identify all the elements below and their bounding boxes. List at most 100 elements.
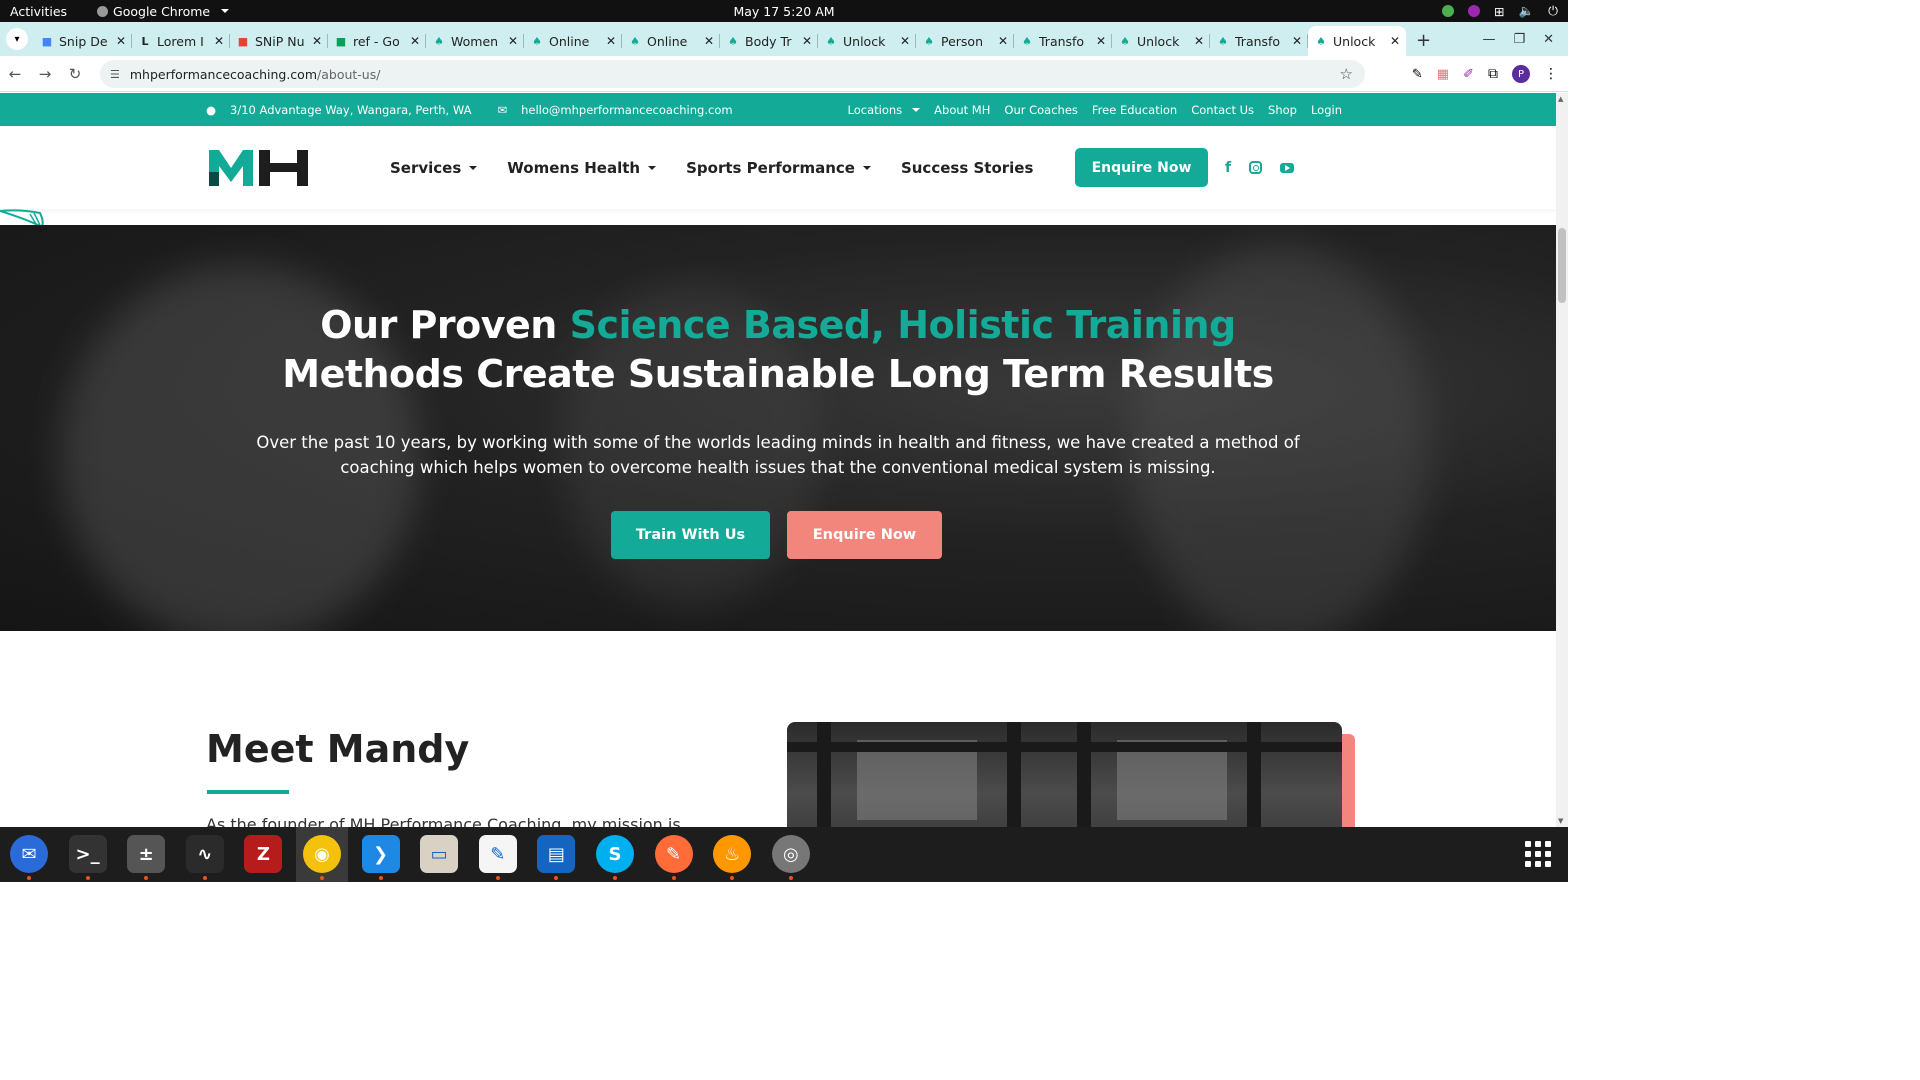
utility-link-our-coaches[interactable]: Our Coaches bbox=[1004, 103, 1078, 117]
tab-close-icon[interactable]: ✕ bbox=[900, 34, 910, 48]
tab-close-icon[interactable]: ✕ bbox=[116, 34, 126, 48]
show-apps-grid-icon[interactable] bbox=[1525, 841, 1551, 867]
mh-logo[interactable] bbox=[207, 146, 309, 188]
browser-tab[interactable]: ♠ Person ✕ bbox=[916, 26, 1014, 56]
facebook-icon[interactable]: f bbox=[1225, 160, 1231, 176]
tab-close-icon[interactable]: ✕ bbox=[704, 34, 714, 48]
browser-tab[interactable]: ♠ Online ✕ bbox=[622, 26, 720, 56]
clock[interactable]: May 17 5:20 AM bbox=[733, 4, 834, 19]
utility-link-contact-us[interactable]: Contact Us bbox=[1191, 103, 1254, 117]
browser-tab[interactable]: ♠ Body Tr ✕ bbox=[720, 26, 818, 56]
browser-tab[interactable]: ♠ Women ✕ bbox=[426, 26, 524, 56]
tab-close-icon[interactable]: ✕ bbox=[998, 34, 1008, 48]
screen: Activities Google Chrome May 17 5:20 AM … bbox=[0, 0, 1568, 882]
chrome-icon[interactable]: ◉ bbox=[303, 835, 341, 873]
pen-extension-icon[interactable]: ✐ bbox=[1463, 67, 1474, 82]
mh-icon: ♠ bbox=[1316, 34, 1326, 48]
system-tray[interactable]: ⊞ 🔈 ⏻ bbox=[1442, 0, 1558, 22]
page-scrollbar[interactable]: ▲ ▼ bbox=[1556, 93, 1568, 827]
browser-tab[interactable]: ♠ Transfo ✕ bbox=[1014, 26, 1112, 56]
skype-icon[interactable]: S bbox=[596, 835, 634, 873]
tab-close-icon[interactable]: ✕ bbox=[606, 34, 616, 48]
bookmark-star-icon[interactable]: ☆ bbox=[1340, 65, 1353, 83]
tab-close-icon[interactable]: ✕ bbox=[802, 34, 812, 48]
tab-close-icon[interactable]: ✕ bbox=[1194, 34, 1204, 48]
postman-icon[interactable]: ✎ bbox=[654, 835, 693, 873]
youtube-icon[interactable] bbox=[1280, 162, 1295, 173]
tab-close-icon[interactable]: ✕ bbox=[214, 34, 224, 48]
tab-close-icon[interactable]: ✕ bbox=[312, 34, 322, 48]
forward-button[interactable]: → bbox=[30, 65, 60, 83]
activities-button[interactable]: Activities bbox=[0, 4, 77, 19]
instagram-icon[interactable] bbox=[1249, 161, 1263, 174]
browser-tab[interactable]: ♠ Transfo ✕ bbox=[1210, 26, 1308, 56]
browser-tab[interactable]: ■ SNiP Nu ✕ bbox=[230, 26, 328, 56]
tab-close-icon[interactable]: ✕ bbox=[1096, 34, 1106, 48]
reload-button[interactable]: ↻ bbox=[60, 65, 90, 83]
calendar-extension-icon[interactable]: ▦ bbox=[1437, 67, 1449, 82]
new-tab-button[interactable]: + bbox=[1416, 30, 1431, 51]
close-window-button[interactable]: ✕ bbox=[1543, 32, 1554, 47]
back-button[interactable]: ← bbox=[0, 65, 30, 83]
site-info-icon[interactable]: ☰ bbox=[110, 68, 120, 81]
utility-link-label: About MH bbox=[934, 102, 991, 117]
extensions-puzzle-icon[interactable]: ⧉ bbox=[1488, 66, 1498, 82]
tab-close-icon[interactable]: ✕ bbox=[410, 34, 420, 48]
utility-link-shop[interactable]: Shop bbox=[1268, 103, 1297, 117]
scrollbar-thumb[interactable] bbox=[1558, 228, 1566, 303]
tab-close-icon[interactable]: ✕ bbox=[508, 34, 518, 48]
address-text[interactable]: 3/10 Advantage Way, Wangara, Perth, WA bbox=[230, 103, 471, 117]
enquire-now-button[interactable]: Enquire Now bbox=[1075, 148, 1208, 187]
filezilla-icon[interactable]: Z bbox=[244, 835, 283, 873]
maximize-button[interactable]: ❐ bbox=[1513, 32, 1525, 47]
nav-item-success-stories[interactable]: Success Stories bbox=[901, 159, 1033, 177]
browser-tab[interactable]: ♠ Unlock ✕ bbox=[818, 26, 916, 56]
train-with-us-button[interactable]: Train With Us bbox=[611, 511, 770, 559]
nav-item-sports-performance[interactable]: Sports Performance bbox=[686, 159, 871, 177]
eyedropper-icon[interactable]: ✎ bbox=[1412, 67, 1423, 82]
utility-link-about-mh[interactable]: About MH bbox=[934, 103, 990, 117]
tab-close-icon[interactable]: ✕ bbox=[1292, 34, 1302, 48]
profile-avatar[interactable]: P bbox=[1512, 65, 1530, 83]
hero-section: Our Proven Science Based, Holistic Train… bbox=[0, 225, 1556, 631]
app-menu[interactable]: Google Chrome bbox=[97, 4, 230, 19]
thunderbird-icon[interactable]: ✉ bbox=[10, 835, 48, 873]
system-monitor-icon[interactable]: ∿ bbox=[185, 835, 224, 873]
browser-tab[interactable]: ■ Snip De ✕ bbox=[34, 26, 132, 56]
volume-icon[interactable]: 🔈 bbox=[1519, 3, 1535, 19]
browser-tab[interactable]: ■ ref - Go ✕ bbox=[328, 26, 426, 56]
disk-icon[interactable]: ◎ bbox=[771, 835, 810, 873]
browser-tab[interactable]: ♠ Unlock ✕ bbox=[1112, 26, 1210, 56]
scroll-down-arrow-icon[interactable]: ▼ bbox=[1558, 817, 1563, 825]
app-flame-icon[interactable]: ♨ bbox=[713, 835, 752, 873]
text-editor-icon[interactable]: ✎ bbox=[478, 835, 517, 873]
nav-item-services[interactable]: Services bbox=[390, 159, 478, 177]
browser-tab[interactable]: ♠ Unlock ✕ bbox=[1308, 26, 1406, 56]
scroll-up-arrow-icon[interactable]: ▲ bbox=[1558, 95, 1563, 103]
power-icon[interactable]: ⏻ bbox=[1548, 3, 1558, 19]
utility-link-login[interactable]: Login bbox=[1311, 103, 1342, 117]
tab-close-icon[interactable]: ✕ bbox=[1390, 34, 1400, 48]
chrome-menu-icon[interactable]: ⋮ bbox=[1544, 66, 1558, 82]
nav-item-womens-health[interactable]: Womens Health bbox=[507, 159, 657, 177]
running-indicator bbox=[202, 876, 207, 880]
utility-link-locations[interactable]: Locations bbox=[848, 103, 921, 117]
tab-title: Unlock bbox=[1333, 33, 1376, 49]
files-icon[interactable]: ▭ bbox=[420, 835, 459, 873]
terminal-icon[interactable]: >_ bbox=[68, 835, 107, 873]
calculator-icon[interactable]: ± bbox=[127, 835, 166, 873]
libreoffice-writer-icon[interactable]: ▤ bbox=[537, 835, 576, 873]
extension-indicator-icon[interactable] bbox=[1468, 5, 1481, 17]
browser-tab[interactable]: L Lorem I ✕ bbox=[132, 26, 230, 56]
vscode-icon[interactable]: ❯ bbox=[361, 835, 400, 873]
browser-tab[interactable]: ♠ Online ✕ bbox=[524, 26, 622, 56]
hero-enquire-now-button[interactable]: Enquire Now bbox=[787, 511, 942, 559]
network-icon[interactable]: ⊞ bbox=[1494, 4, 1504, 19]
utility-link-free-education[interactable]: Free Education bbox=[1092, 103, 1177, 117]
update-indicator-icon[interactable] bbox=[1442, 5, 1455, 17]
address-bar[interactable]: ☰ mhperformancecoaching.com /about-us/ ☆ bbox=[100, 60, 1365, 88]
tab-title: Snip De bbox=[59, 33, 108, 49]
tab-search-button[interactable]: ▾ bbox=[6, 28, 28, 50]
email-link[interactable]: hello@mhperformancecoaching.com bbox=[521, 103, 732, 117]
minimize-button[interactable]: — bbox=[1482, 32, 1495, 47]
